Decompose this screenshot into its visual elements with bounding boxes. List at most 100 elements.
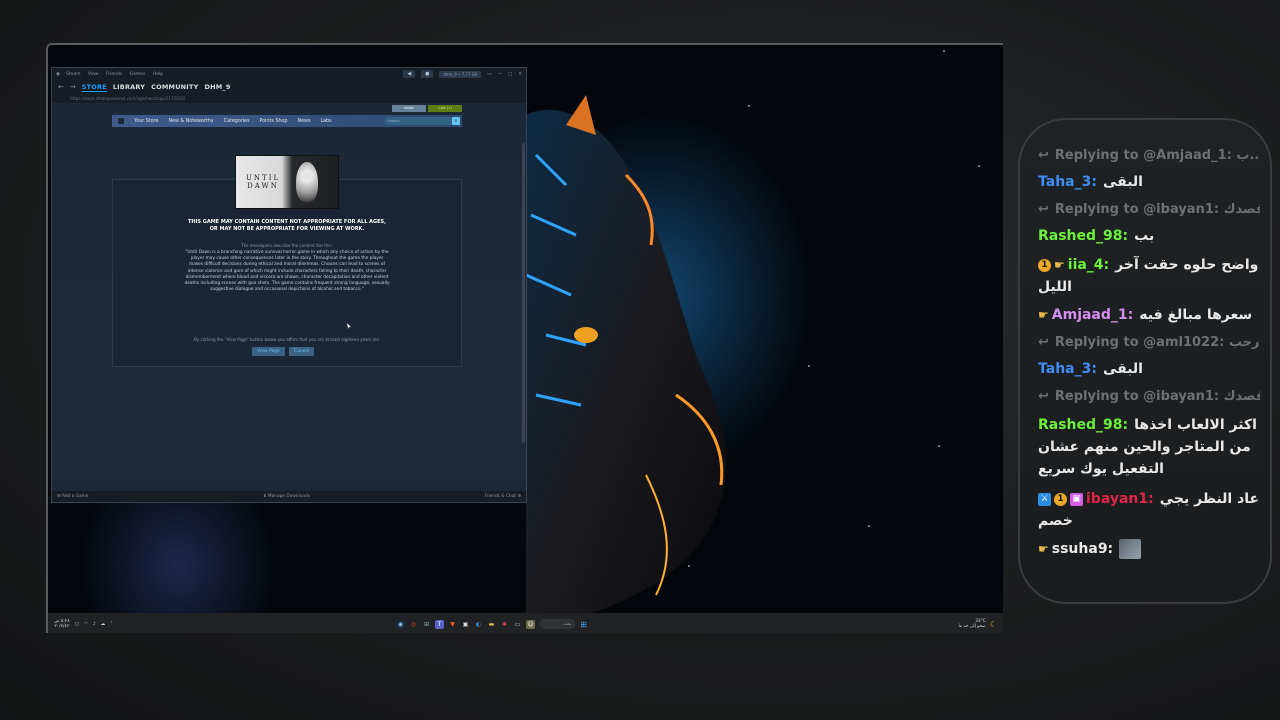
store-icon — [118, 118, 124, 124]
view-page-button[interactable]: View Page — [252, 347, 286, 356]
moderator-sword-icon: ⚔ — [1038, 492, 1051, 506]
steam-window: ◉ Steam View Friends Games Help ◀ ● dhm_… — [51, 67, 527, 503]
chat-message-text: سعرها مبالغ فيه — [1139, 307, 1253, 323]
reply-arrow-icon: ↩ — [1038, 335, 1049, 350]
task-view-icon[interactable]: ▭ — [513, 620, 522, 629]
close-icon[interactable]: ✕ — [518, 72, 522, 77]
widgets-icon[interactable]: ☺ — [526, 619, 535, 629]
chat-message: 1 ☛ iia_4: واضح حلوه حقت آخر الليل — [1038, 250, 1260, 302]
chat-username[interactable]: Rashed_98: — [1038, 417, 1128, 433]
store-scrollbar[interactable] — [522, 143, 525, 443]
storenav-labs[interactable]: Labs — [320, 119, 331, 124]
chevron-up-icon[interactable]: ˄ — [110, 622, 112, 627]
chat-username[interactable]: ibayan1: — [1086, 491, 1154, 507]
chat-username[interactable]: ssuha9: — [1052, 541, 1113, 557]
chat-lines: ↩ Replying to @Amjaad_1: ب... Taha_3: البقى… — [1020, 142, 1270, 563]
chat-reply-line: ↩ Replying to @ibayan1: قصدك... — [1038, 383, 1260, 410]
teams-app-icon[interactable]: T — [435, 619, 444, 629]
menu-view[interactable]: View — [88, 72, 99, 77]
cloud-icon[interactable]: ☁ — [101, 622, 106, 627]
steam-app-icon[interactable]: ◉ — [396, 619, 405, 629]
back-arrow-icon[interactable]: ← — [58, 83, 64, 91]
broadcast-icon[interactable]: ◀ — [403, 70, 416, 78]
steam-bottom-bar: ⊞ Add a Game ⬇ Manage Downloads Friends … — [52, 491, 526, 502]
chrome-app-icon[interactable]: ◎ — [409, 620, 418, 629]
app-icon-red[interactable]: ✱ — [500, 620, 509, 629]
chat-username[interactable]: Rashed_98: — [1038, 228, 1128, 244]
store-page: Install Cart (1) Your Store New & Notewo… — [52, 103, 526, 481]
clock[interactable]: ٥:٢٨ ص ٢٠/٨/٤٢ — [54, 619, 70, 629]
content-description: "Until Dawn is a branching narrative sur… — [184, 250, 390, 293]
tab-community[interactable]: COMMUNITY — [151, 83, 198, 91]
user-chip[interactable]: dhm_9 • 7,77 SR — [439, 70, 482, 78]
steam-navbar: ← → STORE LIBRARY COMMUNITY DHM_9 — [52, 80, 526, 94]
game-banner: UNTIL DAWN — [235, 155, 339, 209]
cancel-button[interactable]: Cancel — [289, 347, 315, 356]
reply-arrow-icon: ↩ — [1038, 148, 1049, 163]
reply-text: Replying to @aml1022: ارحب... — [1054, 335, 1260, 350]
emote-image — [1119, 539, 1142, 559]
tab-store[interactable]: STORE — [81, 83, 107, 92]
game-logo: UNTIL DAWN — [246, 174, 281, 190]
chat-username[interactable]: Taha_3: — [1038, 174, 1097, 190]
cart-button[interactable]: Cart (1) — [428, 105, 462, 112]
minimize-icon[interactable]: — — [497, 72, 502, 77]
storenav-new-noteworthy[interactable]: New & Noteworthy — [168, 119, 213, 124]
tab-profile[interactable]: DHM_9 — [204, 83, 230, 91]
wifi-icon[interactable]: ◠ — [84, 622, 88, 627]
screen-capture: ◉ Steam View Friends Games Help ◀ ● dhm_… — [46, 43, 1003, 633]
tiger-artwork — [526, 95, 727, 615]
manage-downloads-button[interactable]: ⬇ Manage Downloads — [88, 494, 484, 499]
taskbar-search-input[interactable]: بحث — [539, 619, 575, 629]
explorer-app-icon[interactable]: ▬ — [487, 620, 496, 629]
chat-reply-line: ↩ Replying to @Amjaad_1: ب... — [1038, 142, 1260, 169]
hand-badge-icon: ☛ — [1038, 542, 1049, 556]
notification-icon[interactable]: ▢ — [75, 622, 79, 627]
chat-overlay: ↩ Replying to @Amjaad_1: ب... Taha_3: البقى… — [1018, 118, 1272, 604]
chat-message-text: بب — [1134, 228, 1155, 244]
moon-icon: ☾ — [989, 619, 997, 629]
storenav-categories[interactable]: Categories — [224, 119, 250, 124]
chat-username[interactable]: Taha_3: — [1038, 361, 1097, 377]
tab-library[interactable]: LIBRARY — [113, 83, 145, 91]
brave-app-icon[interactable]: ▼ — [448, 620, 457, 629]
bits-badge-icon: 1 — [1054, 492, 1067, 506]
chat-message: ☛ Amjaad_1: سعرها مبالغ فيه — [1038, 302, 1260, 329]
mic-icon[interactable]: ♪ — [93, 622, 96, 627]
store-app-icon[interactable]: ▣ — [461, 620, 470, 629]
reply-arrow-icon: ↩ — [1038, 202, 1049, 217]
chat-message: ☛ ssuha9: — [1038, 536, 1260, 563]
store-search-input[interactable]: search — [385, 117, 460, 125]
maximize-icon[interactable]: □ — [508, 72, 512, 77]
chat-username[interactable]: Amjaad_1: — [1052, 307, 1133, 323]
menu-help[interactable]: Help — [153, 72, 163, 77]
menu-friends[interactable]: Friends — [106, 72, 122, 77]
notification-bell-icon[interactable]: ● — [421, 70, 434, 78]
reply-text: Replying to @ibayan1: قصدك... — [1054, 202, 1260, 217]
url-bar[interactable]: https://store.steampowered.com/agecheck/… — [52, 94, 526, 103]
install-steam-button[interactable]: Install — [392, 105, 426, 112]
add-game-button[interactable]: ⊞ Add a Game — [57, 494, 88, 499]
bits-badge-icon: 1 — [1038, 258, 1051, 272]
steam-menu: Steam View Friends Games Help — [66, 72, 169, 77]
reply-text: Replying to @Amjaad_1: ب... — [1054, 148, 1260, 163]
taskbar-weather[interactable]: 33°C صحو إلى حد ما ☾ — [958, 619, 997, 629]
menu-games[interactable]: Games — [130, 72, 146, 77]
chat-username[interactable]: iia_4: — [1068, 257, 1109, 273]
search-icon[interactable]: ⌕ — [452, 117, 460, 125]
windows-taskbar: ٥:٢٨ ص ٢٠/٨/٤٢ ▢ ◠ ♪ ☁ ˄ ◉ ◎ ⊞ T ▼ ▣ ◐ ▬… — [48, 613, 1003, 633]
storenav-your-store[interactable]: Your Store — [134, 119, 158, 124]
friends-chat-button[interactable]: Friends & Chat ⊕ — [484, 494, 521, 499]
monitor-icon[interactable]: ▭ — [487, 72, 491, 77]
age-gate-actions: View Page Cancel — [252, 347, 315, 356]
edge-app-icon[interactable]: ◐ — [474, 620, 483, 629]
windows-start-icon[interactable]: ⊞ — [579, 620, 588, 629]
forward-arrow-icon[interactable]: → — [70, 83, 76, 91]
menu-steam[interactable]: Steam — [66, 72, 81, 77]
chat-message: Taha_3: البقى — [1038, 356, 1260, 383]
storenav-points-shop[interactable]: Points Shop — [260, 119, 288, 124]
storenav-news[interactable]: News — [298, 119, 311, 124]
taskbar-apps: ◉ ◎ ⊞ T ▼ ▣ ◐ ▬ ✱ ▭ ☺ بحث ⊞ — [396, 619, 588, 629]
skull-image — [296, 162, 318, 202]
game-bar-icon[interactable]: ⊞ — [422, 620, 431, 629]
